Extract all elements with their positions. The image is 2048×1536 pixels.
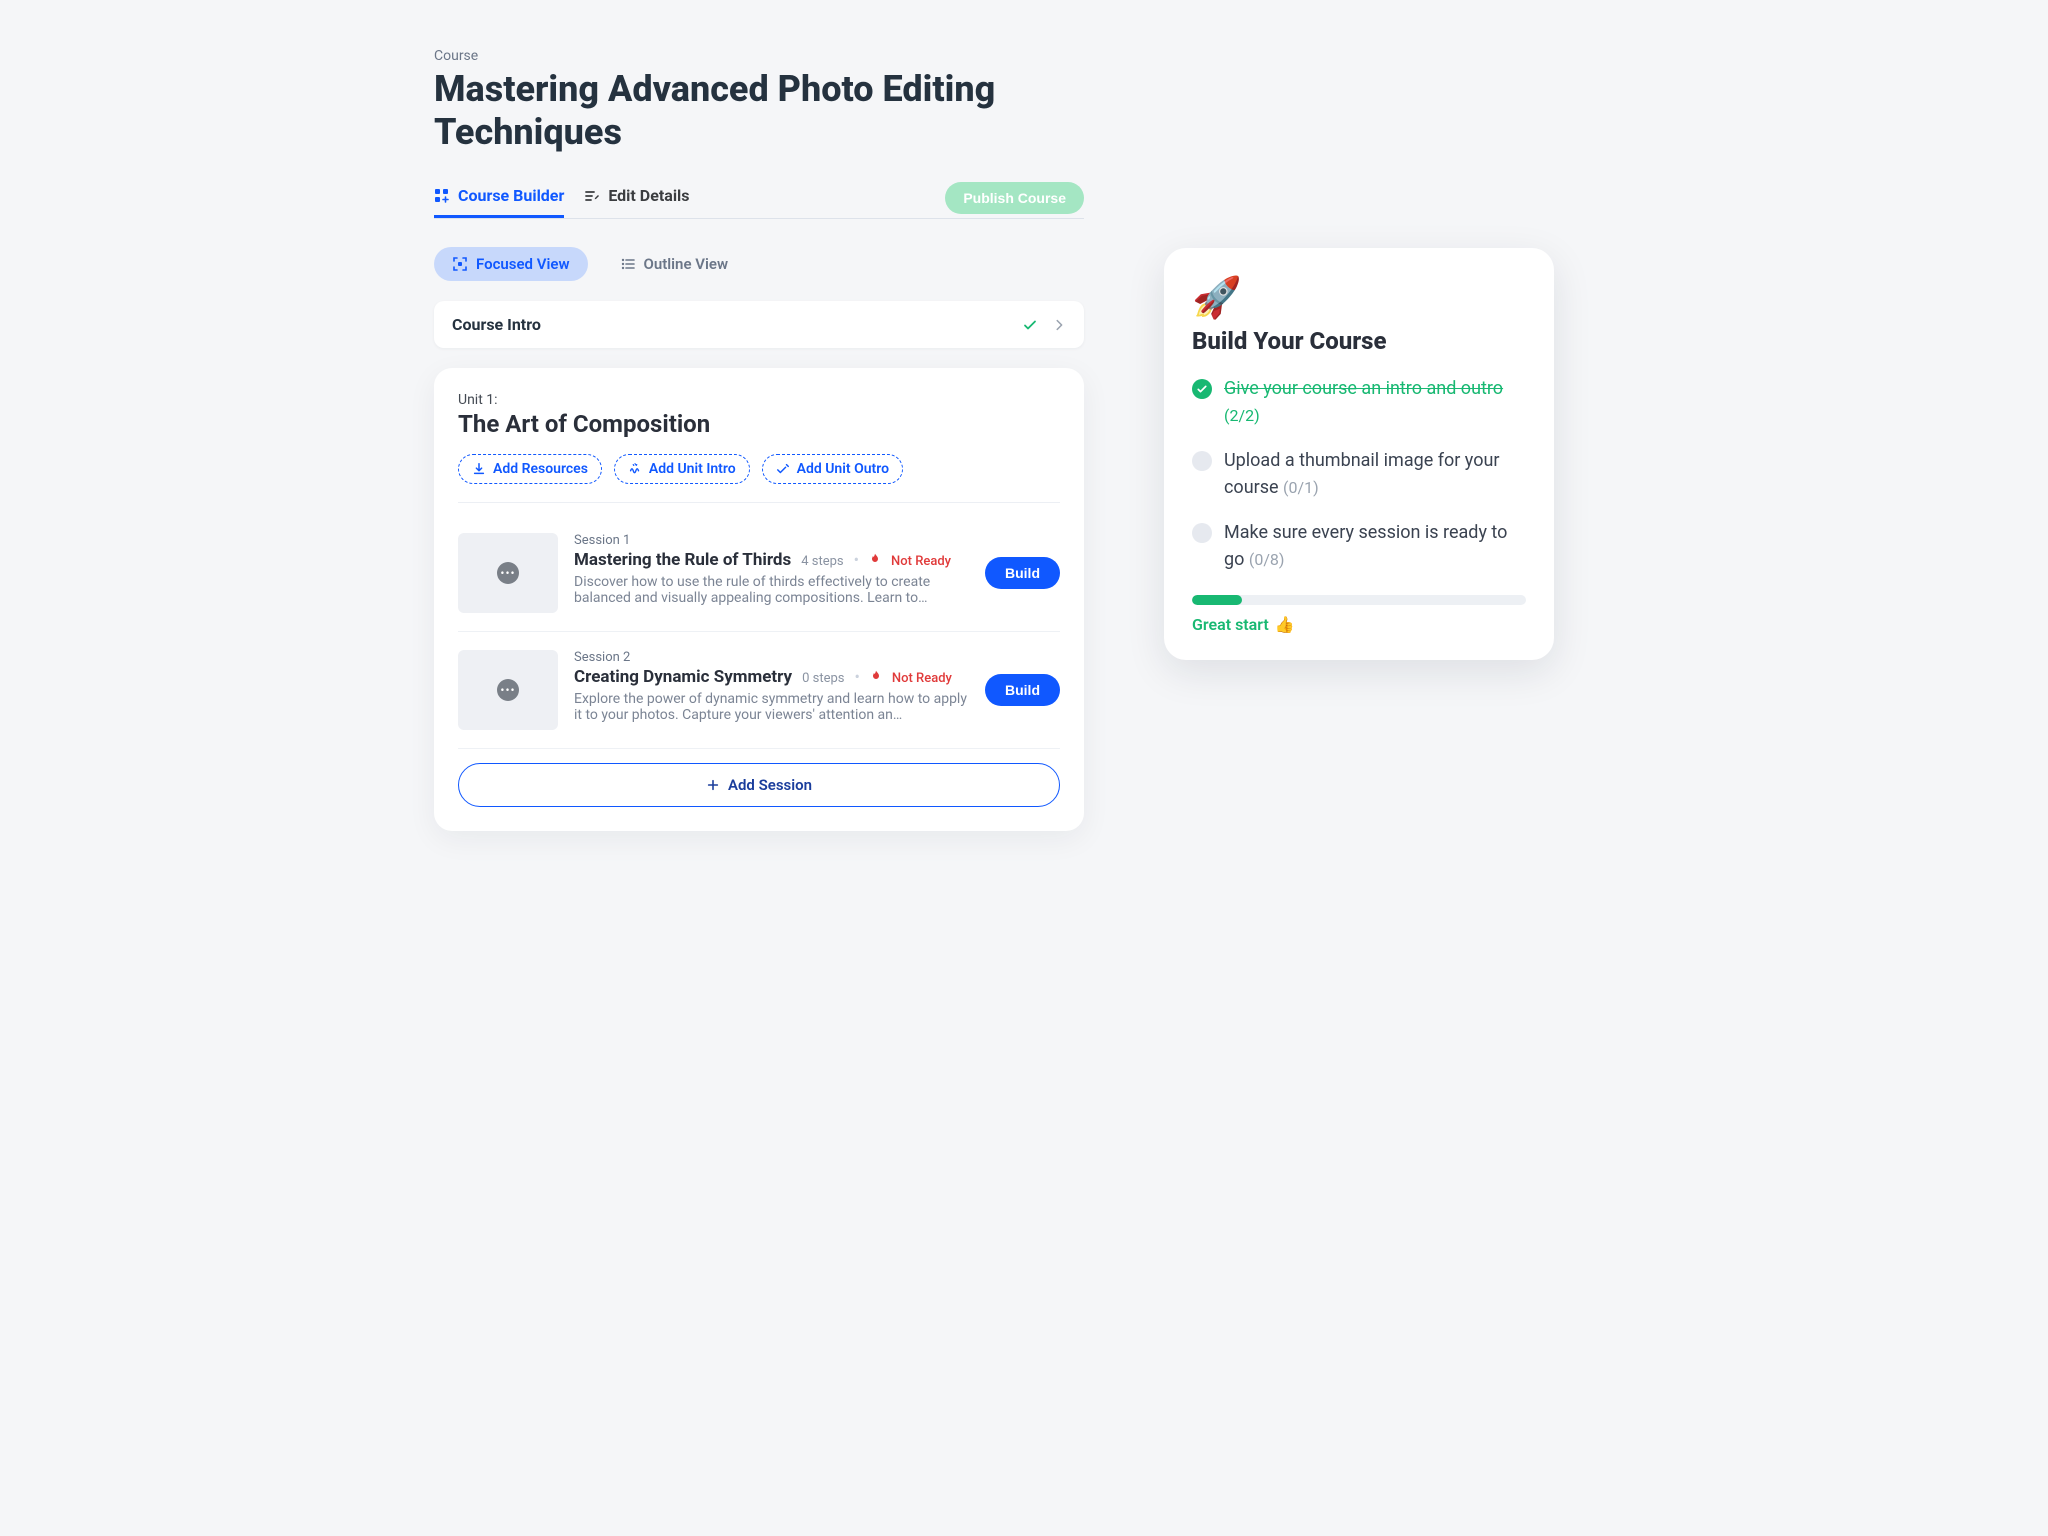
session-status: Not Ready [891,554,951,569]
chip-label: Add Unit Intro [649,461,736,477]
rocket-icon: 🚀 [1192,274,1526,321]
more-icon[interactable]: ••• [497,679,519,701]
wave-icon [628,462,642,476]
progress-fill [1192,595,1242,605]
progress-text: Great start [1192,615,1269,634]
unit-chip-row: Add Resources Add Unit Intro Add Unit Ou… [458,454,1060,503]
course-intro-label: Course Intro [452,315,541,334]
view-outline[interactable]: Outline View [602,247,747,281]
checklist-item[interactable]: Make sure every session is ready to go (… [1192,519,1526,573]
checklist-item[interactable]: Upload a thumbnail image for your course… [1192,447,1526,501]
thumbs-up-icon: 👍 [1275,615,1295,634]
view-toggle: Focused View Outline View [434,247,1084,281]
chevron-right-icon [1052,318,1066,332]
progress-bar [1192,595,1526,605]
view-label: Focused View [476,255,570,273]
session-eyebrow: Session 1 [574,533,969,548]
build-session-button[interactable]: Build [985,674,1060,706]
page-eyebrow: Course [434,48,1084,64]
checklist-text: Upload a thumbnail image for your course [1224,450,1499,498]
checklist: Give your course an intro and outro (2/2… [1192,375,1526,573]
view-label: Outline View [644,255,729,273]
check-pen-icon [776,462,790,476]
chip-label: Add Unit Outro [797,461,889,477]
tab-edit-details[interactable]: Edit Details [584,178,689,218]
session-row: ••• Session 2 Creating Dynamic Symmetry … [458,632,1060,749]
session-steps: 0 steps [802,671,844,686]
tabs: Course Builder Edit Details [434,178,690,218]
session-title: Creating Dynamic Symmetry [574,667,792,687]
course-intro-row[interactable]: Course Intro [434,301,1084,348]
view-focused[interactable]: Focused View [434,247,588,281]
checklist-item[interactable]: Give your course an intro and outro (2/2… [1192,375,1526,429]
checklist-text: Give your course an intro and outro [1224,378,1503,399]
session-thumb: ••• [458,650,558,730]
list-icon [620,256,636,272]
build-progress-card: 🚀 Build Your Course Give your course an … [1164,248,1554,660]
tab-course-builder[interactable]: Course Builder [434,178,564,218]
edit-list-icon [584,188,600,204]
flame-icon [869,553,881,565]
separator-icon: • [854,667,859,686]
circle-icon [1192,451,1212,471]
checklist-count: (0/8) [1249,550,1285,569]
focus-icon [452,256,468,272]
page-title: Mastering Advanced Photo Editing Techniq… [434,68,1084,154]
build-session-button[interactable]: Build [985,557,1060,589]
unit-card: Unit 1: The Art of Composition Add Resou… [434,368,1084,831]
progress-label: Great start 👍 [1192,615,1526,634]
add-session-button[interactable]: Add Session [458,763,1060,807]
check-icon [1022,317,1038,333]
check-icon [1192,379,1212,399]
plus-icon [706,778,720,792]
session-thumb: ••• [458,533,558,613]
tab-label: Course Builder [458,186,564,205]
add-unit-outro-chip[interactable]: Add Unit Outro [762,454,903,484]
tab-label: Edit Details [608,186,689,205]
more-icon[interactable]: ••• [497,562,519,584]
session-desc: Explore the power of dynamic symmetry an… [574,691,969,723]
add-resources-chip[interactable]: Add Resources [458,454,602,484]
session-row: ••• Session 1 Mastering the Rule of Thir… [458,515,1060,632]
chip-label: Add Resources [493,461,588,477]
tabs-row: Course Builder Edit Details Publish Cour… [434,178,1084,219]
add-unit-intro-chip[interactable]: Add Unit Intro [614,454,750,484]
flame-icon [870,670,882,682]
session-status: Not Ready [892,671,952,686]
publish-course-button[interactable]: Publish Course [945,182,1084,214]
unit-title: The Art of Composition [458,410,1060,438]
side-title: Build Your Course [1192,327,1526,355]
session-steps: 4 steps [801,554,843,569]
checklist-count: (2/2) [1224,406,1260,425]
unit-eyebrow: Unit 1: [458,392,1060,408]
download-icon [472,462,486,476]
add-session-label: Add Session [728,776,812,794]
checklist-count: (0/1) [1283,478,1319,497]
grid-icon [434,188,450,204]
circle-icon [1192,523,1212,543]
session-eyebrow: Session 2 [574,650,969,665]
separator-icon: • [854,550,859,569]
session-title: Mastering the Rule of Thirds [574,550,791,570]
session-desc: Discover how to use the rule of thirds e… [574,574,969,606]
